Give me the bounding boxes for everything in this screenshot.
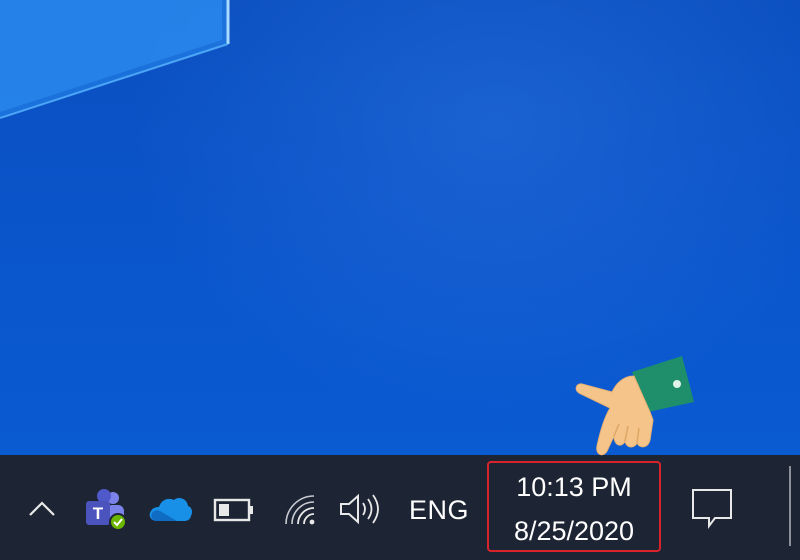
clock-date: 8/25/2020 [513,516,635,546]
input-language-indicator[interactable]: ENG [404,490,474,530]
show-desktop-divider[interactable] [789,466,791,546]
wifi-network-icon[interactable] [276,488,324,530]
show-hidden-icons-chevron-icon[interactable] [22,488,62,530]
teams-icon[interactable]: T [80,483,132,535]
clock-time: 10:13 PM [516,472,632,502]
battery-icon[interactable] [210,490,260,530]
svg-text:T: T [93,504,104,523]
onedrive-icon[interactable] [144,488,196,530]
pointing-hand-icon [575,356,694,456]
action-center-notification-icon[interactable] [684,482,740,534]
clock-date-button[interactable]: 10:13 PM 8/25/2020 [487,461,661,552]
volume-icon[interactable] [334,488,386,530]
